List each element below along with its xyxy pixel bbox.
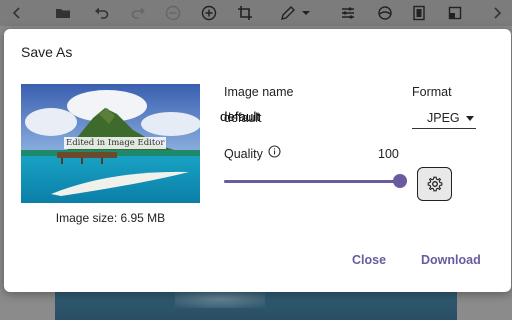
dialog-title: Save As — [21, 44, 73, 60]
format-label: Format — [412, 85, 452, 99]
undo-icon[interactable] — [93, 4, 111, 22]
folder-icon[interactable] — [54, 4, 72, 22]
image-watermark-caption: Edited in Image Editor — [64, 137, 167, 149]
flip-icon[interactable] — [446, 4, 464, 22]
add-icon[interactable] — [200, 4, 218, 22]
canvas-image-preview — [55, 290, 457, 320]
image-name-label: Image name — [224, 85, 294, 99]
slider-thumb[interactable] — [393, 174, 407, 188]
editor-toolbar — [0, 0, 512, 26]
quality-value: 100 — [378, 147, 399, 161]
layers-icon[interactable] — [376, 4, 394, 22]
adjust-icon[interactable] — [339, 4, 357, 22]
download-button[interactable]: Download — [421, 253, 481, 267]
frame-icon[interactable] — [410, 4, 428, 22]
pen-icon[interactable] — [279, 4, 297, 22]
quality-settings-button[interactable] — [417, 167, 452, 201]
remove-icon[interactable] — [164, 4, 182, 22]
save-as-dialog: Save As Edited in Image Editor Image siz… — [4, 29, 511, 292]
quality-slider[interactable] — [224, 174, 407, 188]
info-icon[interactable] — [268, 145, 281, 158]
image-size-text: Image size: 6.95 MB — [55, 211, 166, 225]
close-button[interactable]: Close — [352, 253, 386, 267]
gear-icon — [427, 176, 442, 192]
image-thumbnail: Edited in Image Editor — [21, 84, 200, 203]
redo-icon[interactable] — [129, 4, 147, 22]
format-select[interactable]: JPEG — [412, 105, 476, 129]
slider-fill — [224, 180, 400, 183]
quality-label: Quality — [224, 147, 263, 161]
format-value: JPEG — [427, 111, 460, 125]
image-name-value: default — [224, 111, 262, 125]
crop-icon[interactable] — [236, 4, 254, 22]
chevron-down-icon[interactable] — [297, 4, 315, 22]
dropdown-caret-icon — [466, 116, 474, 121]
chevron-left-icon[interactable] — [8, 4, 26, 22]
chevron-right-icon[interactable] — [488, 4, 506, 22]
